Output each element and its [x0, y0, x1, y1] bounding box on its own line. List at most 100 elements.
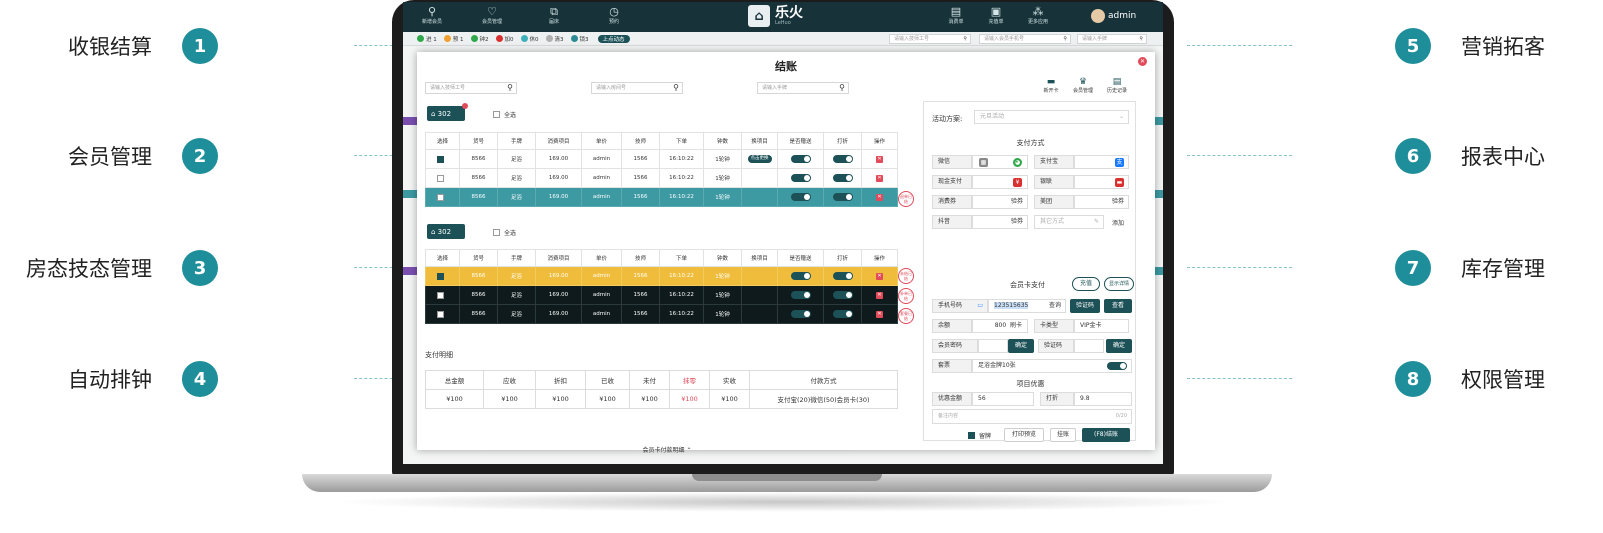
select-all[interactable]: 全选 — [493, 228, 516, 237]
delete-icon[interactable]: ✕ — [876, 193, 883, 201]
status-count[interactable]: 加0 — [495, 35, 514, 43]
pay-douyin-verify[interactable]: 验券 — [972, 215, 1028, 229]
discount-rate-input[interactable]: 9.8 — [1074, 392, 1132, 406]
pay-alipay[interactable]: 支付宝 — [1034, 155, 1074, 169]
table-row[interactable]: 8566 足浴 169.00 admin 1566 16:10:22 1轮钟 ✕ — [425, 304, 898, 324]
gift-toggle[interactable] — [790, 291, 811, 299]
select-all[interactable]: 全选 — [493, 110, 516, 119]
pay-alipay-icons[interactable]: 支 — [1074, 155, 1129, 169]
status-count[interactable]: 休0 — [520, 35, 539, 43]
remark-input[interactable]: 备注内容 0/20 — [932, 409, 1132, 424]
table-row[interactable]: 8566 足浴 169.00 admin 1566 16:10:22 1轮钟 ✕ — [425, 168, 898, 188]
feature-left-3: 房态技态管理 3 — [26, 250, 459, 286]
print-preview-button[interactable]: 打印预览 — [1004, 428, 1044, 442]
status-count[interactable]: 进 1 — [417, 35, 437, 43]
delete-icon[interactable]: ✕ — [876, 174, 883, 182]
row-checkbox[interactable] — [437, 174, 444, 182]
phone-input[interactable]: 123515635 查询 — [988, 299, 1066, 313]
pay-cash[interactable]: 现金支付 — [932, 175, 972, 189]
gift-toggle[interactable] — [790, 155, 811, 163]
keep-card-checkbox[interactable]: 留牌 — [968, 431, 991, 440]
show-detail-button[interactable]: 显示详情 — [1104, 277, 1134, 291]
nav-recharge-bill[interactable]: ▣ 充值单 — [973, 5, 1019, 25]
status-search-tech[interactable]: 请输入技师工号 ⚲ — [889, 34, 971, 44]
member-manage-button[interactable]: ♛ 会员管理 — [1069, 77, 1097, 94]
table-row[interactable]: 8566 足浴 169.00 admin 1566 16:10:22 1轮钟 ✕ — [425, 285, 898, 305]
delete-icon[interactable]: ✕ — [876, 272, 883, 280]
nav-member-manage[interactable]: ♡ 会员管理 — [469, 5, 515, 25]
row-checkbox[interactable] — [437, 193, 444, 201]
activity-select[interactable]: 元旦活动 ⌄ — [974, 110, 1129, 124]
row-checkbox[interactable] — [437, 310, 444, 318]
pay-douyin[interactable]: 抖音 — [932, 215, 972, 229]
pay-meituan[interactable]: 美团 — [1034, 195, 1074, 209]
history-button[interactable]: ▤ 历史记录 — [1103, 77, 1131, 94]
live-status-button[interactable]: 上点动态 — [597, 34, 630, 43]
room-tag[interactable]: ⌂ 302 — [427, 103, 468, 121]
table-row[interactable]: 8566 足浴 169.00 admin 1566 16:10:22 1轮钟 ✕ — [425, 187, 898, 207]
pay-meituan-verify[interactable]: 验券 — [1074, 195, 1129, 209]
discount-toggle[interactable] — [832, 310, 853, 318]
status-search-member[interactable]: 请输入会员手机号 ⚲ — [979, 34, 1071, 44]
search-tech-input[interactable]: 请输入技师工号 ⚲ — [425, 82, 517, 94]
package-value[interactable]: 足浴金牌10张 — [972, 359, 1132, 373]
status-count[interactable]: 预 1 — [443, 35, 464, 43]
discount-toggle[interactable] — [832, 272, 853, 280]
gift-toggle[interactable] — [790, 272, 811, 280]
pay-other[interactable]: 其它方式 ✎ — [1034, 215, 1104, 229]
gift-toggle[interactable] — [790, 310, 811, 318]
nav-new-member[interactable]: ⚲ 新增会员 — [409, 5, 455, 25]
new-card-button[interactable]: ▬ 新开卡 — [1037, 77, 1065, 94]
status-search-hand[interactable]: 请输入手牌 ⚲ — [1077, 34, 1147, 44]
delete-icon[interactable]: ✕ — [876, 291, 883, 299]
table-row[interactable]: 8566 足浴 169.00 admin 1566 16:10:22 1轮钟 点击更换 ✕ — [425, 149, 898, 169]
discount-toggle[interactable] — [832, 193, 853, 201]
discount-toggle[interactable] — [832, 155, 853, 163]
confirm-password-button[interactable]: 确定 — [1008, 339, 1034, 353]
pay-coupon[interactable]: 消费券 — [932, 195, 972, 209]
recharge-button[interactable]: 充值 — [1072, 277, 1100, 291]
discount-toggle[interactable] — [832, 174, 853, 182]
search-hand-input[interactable]: 请输入手牌 ⚲ — [757, 82, 849, 94]
confirm-verify-button[interactable]: 确定 — [1106, 339, 1132, 353]
nav-reservation[interactable]: ◷ 预约 — [591, 5, 637, 25]
checkout-button[interactable]: (F8)结账 — [1082, 428, 1130, 442]
verify-input[interactable] — [1074, 339, 1104, 353]
user-menu[interactable]: admin — [1091, 9, 1136, 23]
pay-cash-icons[interactable]: ¥ — [972, 175, 1028, 189]
row-checkbox[interactable] — [437, 272, 444, 280]
gift-toggle[interactable] — [790, 193, 811, 201]
hang-account-button[interactable]: 挂账 — [1050, 428, 1076, 442]
nav-bed[interactable]: ⧉ 届床 — [531, 5, 577, 25]
pay-other-add[interactable]: 添加 — [1112, 218, 1124, 227]
pay-wechat[interactable]: 微信 — [932, 155, 972, 169]
gift-toggle[interactable] — [790, 174, 811, 182]
member-card-detail-link[interactable]: 会员卡付款明细 ⌃ — [417, 445, 917, 454]
swap-item-button[interactable]: 点击更换 — [747, 155, 772, 163]
status-count[interactable]: 钟2 — [470, 35, 489, 43]
close-icon[interactable]: ✕ — [1138, 57, 1147, 66]
status-count[interactable]: 清3 — [545, 35, 564, 43]
row-checkbox[interactable] — [437, 291, 444, 299]
checkbox[interactable] — [968, 432, 975, 439]
check-button[interactable]: 查看 — [1104, 299, 1132, 313]
verify-code-button[interactable]: 验证码 — [1070, 299, 1100, 313]
room-tag[interactable]: ⌂ 302 — [427, 224, 465, 239]
discount-toggle[interactable] — [832, 291, 853, 299]
password-input[interactable] — [978, 339, 1008, 353]
search-room-input[interactable]: 请输入房间号 ⚲ — [591, 82, 683, 94]
package-toggle[interactable] — [1107, 362, 1127, 370]
row-checkbox[interactable] — [437, 155, 444, 163]
pay-coupon-verify[interactable]: 验券 — [972, 195, 1028, 209]
table-row[interactable]: 8566 足浴 169.00 admin 1566 16:10:22 1轮钟 ✕ — [425, 266, 898, 286]
pay-wechat-icons[interactable]: ▦ ◕ — [972, 155, 1028, 169]
checkbox[interactable] — [493, 229, 500, 236]
pay-unionpay[interactable]: 银联 — [1034, 175, 1074, 189]
pay-unionpay-icons[interactable]: ▬ — [1074, 175, 1129, 189]
delete-icon[interactable]: ✕ — [876, 310, 883, 318]
discount-amount-input[interactable]: 56 — [972, 392, 1034, 406]
checkbox[interactable] — [493, 111, 500, 118]
delete-icon[interactable]: ✕ — [876, 155, 883, 163]
nav-more-apps[interactable]: ⁂ 更多应用 — [1015, 5, 1061, 25]
status-count[interactable]: 锁3 — [570, 35, 589, 43]
